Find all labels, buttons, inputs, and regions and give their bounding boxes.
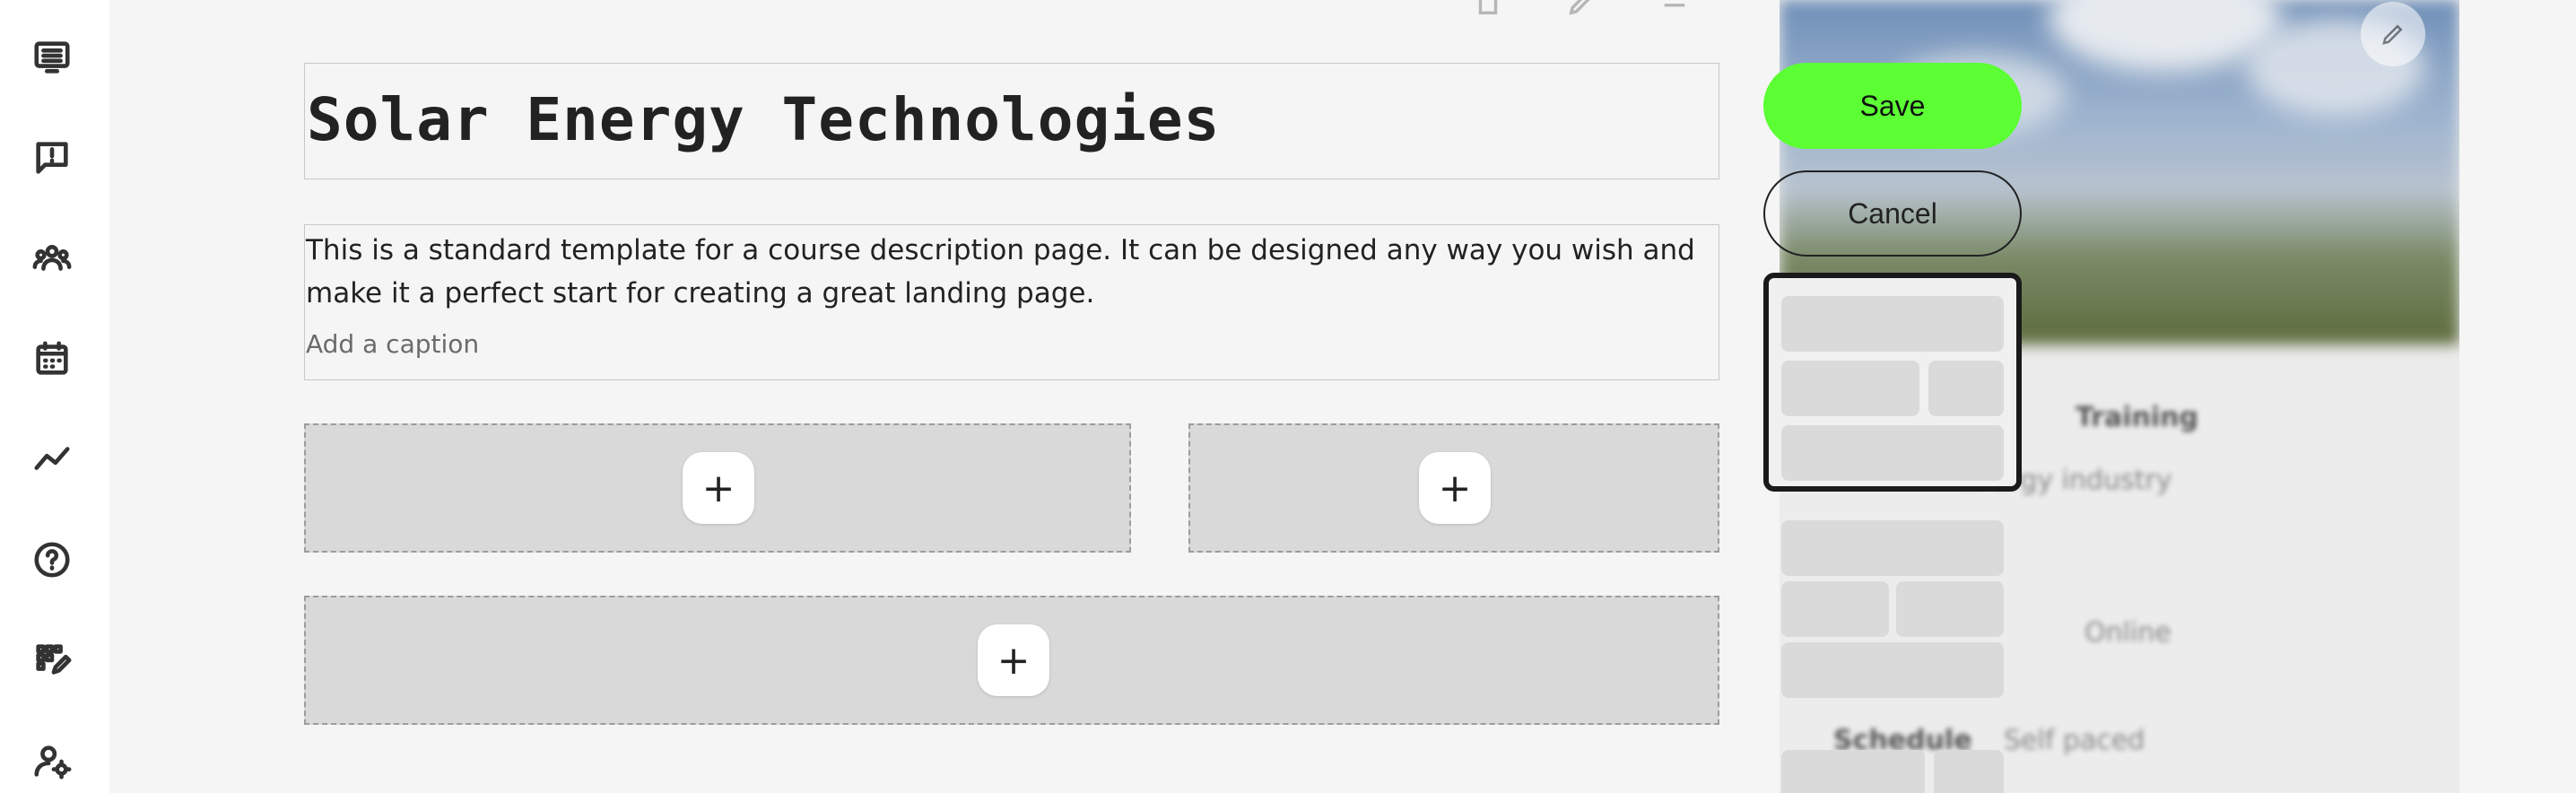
content-slot-left: + bbox=[304, 423, 1131, 553]
layout-option[interactable] bbox=[1763, 746, 2022, 793]
add-block-button[interactable]: + bbox=[1419, 452, 1491, 524]
layout-option[interactable] bbox=[1763, 517, 2022, 705]
layout-block bbox=[1928, 361, 2004, 416]
layout-option-selected[interactable] bbox=[1763, 273, 2022, 492]
group-users-icon[interactable] bbox=[27, 233, 77, 283]
sidebar bbox=[0, 0, 109, 793]
add-block-button[interactable]: + bbox=[978, 624, 1049, 696]
layout-block bbox=[1781, 361, 1919, 416]
grid-edit-icon[interactable] bbox=[27, 635, 77, 685]
add-block-button[interactable]: + bbox=[683, 452, 754, 524]
more-icon[interactable] bbox=[1659, 0, 1690, 18]
user-gear-icon[interactable] bbox=[27, 736, 77, 786]
layout-block bbox=[1781, 750, 1925, 793]
layout-block bbox=[1934, 750, 2004, 793]
layout-block bbox=[1781, 296, 2004, 352]
preview-row-1: Training bbox=[2076, 402, 2198, 433]
help-circle-icon[interactable] bbox=[27, 535, 77, 585]
message-alert-icon[interactable] bbox=[27, 133, 77, 183]
page-title: Solar Energy Technologies bbox=[307, 85, 1221, 154]
preview-row-4-value: Self paced bbox=[2004, 725, 2145, 756]
edit-image-icon[interactable] bbox=[2361, 2, 2425, 66]
layout-block bbox=[1781, 581, 1889, 637]
content-slot-full: + bbox=[304, 596, 1719, 725]
pencil-icon[interactable] bbox=[1566, 0, 1597, 18]
cancel-button[interactable]: Cancel bbox=[1763, 170, 2022, 257]
delete-icon[interactable] bbox=[1473, 0, 1503, 18]
caption-placeholder[interactable]: Add a caption bbox=[306, 329, 479, 359]
layout-block bbox=[1781, 520, 2004, 576]
layout-block bbox=[1781, 425, 2004, 481]
trend-line-icon[interactable] bbox=[27, 434, 77, 484]
list-board-icon[interactable] bbox=[27, 32, 77, 83]
layout-block bbox=[1896, 581, 2004, 637]
content-slot-right: + bbox=[1188, 423, 1719, 553]
preview-row-3: Online bbox=[2084, 617, 2171, 649]
save-button[interactable]: Save bbox=[1763, 63, 2022, 149]
calendar-icon[interactable] bbox=[27, 334, 77, 384]
title-field[interactable]: Solar Energy Technologies bbox=[304, 63, 1719, 179]
description-field[interactable]: This is a standard template for a course… bbox=[304, 224, 1719, 380]
layout-block bbox=[1781, 642, 2004, 698]
description-text: This is a standard template for a course… bbox=[306, 234, 1695, 309]
